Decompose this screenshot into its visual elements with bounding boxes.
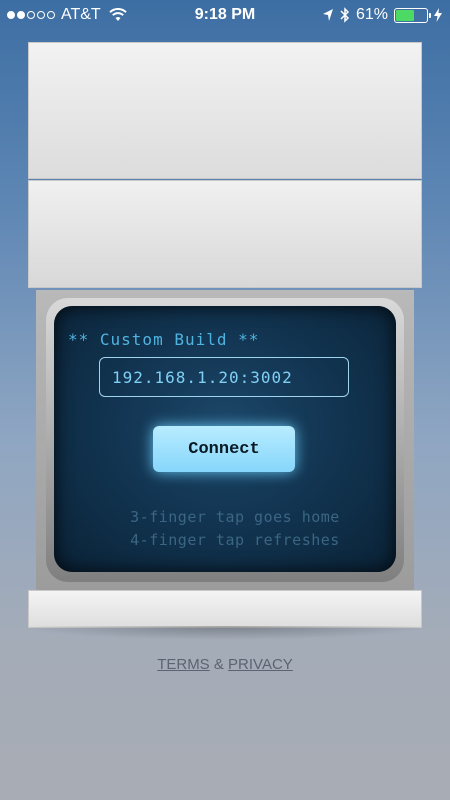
charging-bolt-icon: [434, 8, 442, 22]
footer-ampersand: &: [213, 656, 224, 673]
privacy-link[interactable]: PRIVACY: [228, 656, 293, 673]
connect-button[interactable]: Connect: [153, 426, 295, 472]
device-top-panel: [28, 42, 422, 179]
host-address-input[interactable]: [99, 357, 349, 397]
device-frame: ** Custom Build ** Connect 3-finger tap …: [28, 42, 422, 628]
hint-home-gesture: 3-finger tap goes home: [130, 508, 340, 526]
battery-icon: [394, 7, 431, 23]
device-bottom-panel: [28, 590, 422, 628]
device-shadow: [20, 626, 430, 640]
bluetooth-icon: [340, 7, 350, 23]
battery-level-fill: [396, 9, 415, 21]
battery-percent: 61%: [355, 6, 388, 23]
screen-housing: ** Custom Build ** Connect 3-finger tap …: [36, 290, 414, 590]
footer-links: TERMS & PRIVACY: [0, 656, 450, 673]
screen-bezel: ** Custom Build ** Connect 3-finger tap …: [46, 298, 404, 582]
screen-title: ** Custom Build **: [68, 330, 260, 349]
status-bar: AT&T 9:18 PM 61%: [0, 0, 450, 34]
crt-screen: ** Custom Build ** Connect 3-finger tap …: [54, 306, 396, 572]
device-middle-panel: [28, 180, 422, 288]
location-arrow-icon: [322, 9, 333, 21]
hint-refresh-gesture: 4-finger tap refreshes: [130, 531, 340, 549]
status-right: 61%: [322, 6, 442, 24]
terms-link[interactable]: TERMS: [157, 656, 210, 673]
